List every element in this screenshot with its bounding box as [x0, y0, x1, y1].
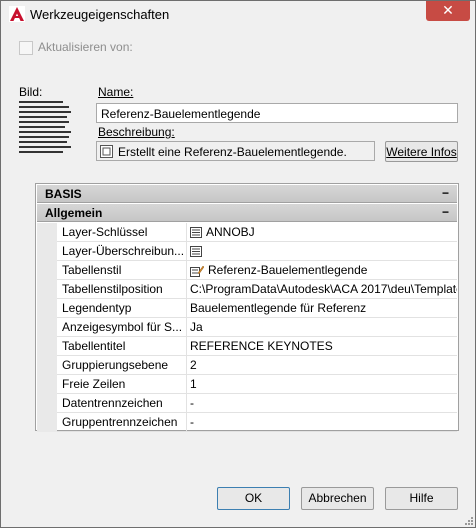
category-allgemein[interactable]: Allgemein −	[37, 204, 457, 222]
property-name: Legendentyp	[57, 299, 187, 318]
collapse-icon[interactable]: −	[442, 205, 449, 219]
property-row[interactable]: Gruppentrennzeichen -	[37, 413, 457, 432]
property-value[interactable]: 2	[187, 356, 457, 375]
image-label: Bild:	[19, 85, 43, 99]
help-label: Hilfe	[409, 491, 434, 505]
list-icon	[190, 227, 202, 239]
description-label: Beschreibung:	[98, 125, 175, 139]
title-bar[interactable]: Werkzeugeigenschaften ✕	[1, 1, 475, 28]
property-name: Tabellenstil	[57, 261, 187, 280]
name-field[interactable]: Referenz-Bauelementlegende	[96, 103, 458, 123]
collapse-icon[interactable]: −	[442, 186, 449, 200]
property-value[interactable]	[187, 242, 457, 261]
description-icon	[100, 145, 113, 158]
property-row[interactable]: Tabellenstilposition C:\ProgramData\Auto…	[37, 280, 457, 299]
description-field[interactable]: Erstellt eine Referenz-Bauelementlegende…	[96, 141, 375, 161]
ok-button[interactable]: OK	[217, 487, 290, 510]
update-from-label: Aktualisieren von:	[38, 40, 133, 54]
property-value[interactable]: Referenz-Bauelementlegende	[187, 261, 457, 280]
window-title: Werkzeugeigenschaften	[30, 7, 170, 22]
category-basis-label: BASIS	[45, 187, 82, 201]
close-button[interactable]: ✕	[426, 1, 470, 21]
resize-grip-icon[interactable]	[464, 516, 474, 526]
property-name: Layer-Überschreibun...	[57, 242, 187, 261]
description-value: Erstellt eine Referenz-Bauelementlegende…	[118, 145, 347, 159]
property-name: Datentrennzeichen	[57, 394, 187, 413]
tool-preview-image	[19, 101, 75, 161]
property-value[interactable]: ANNOBJ	[187, 223, 457, 242]
property-row[interactable]: Legendentyp Bauelementlegende für Refere…	[37, 299, 457, 318]
property-row[interactable]: Tabellentitel REFERENCE KEYNOTES	[37, 337, 457, 356]
property-value[interactable]: -	[187, 394, 457, 413]
property-value[interactable]: Bauelementlegende für Referenz	[187, 299, 457, 318]
property-value[interactable]: C:\ProgramData\Autodesk\ACA 2017\deu\Tem…	[187, 280, 457, 299]
property-name: Anzeigesymbol für S...	[57, 318, 187, 337]
dialog-window: Werkzeugeigenschaften ✕ Aktualisieren vo…	[0, 0, 476, 528]
property-value[interactable]: 1	[187, 375, 457, 394]
property-value[interactable]: Ja	[187, 318, 457, 337]
more-info-button[interactable]: Weitere Infos	[385, 141, 458, 162]
property-row[interactable]: Layer-Schlüssel ANNOBJ	[37, 223, 457, 242]
property-name: Gruppentrennzeichen	[57, 413, 187, 432]
property-name: Freie Zeilen	[57, 375, 187, 394]
more-info-label: Weitere Infos	[386, 145, 457, 159]
list-icon	[190, 246, 202, 258]
property-row[interactable]: Datentrennzeichen -	[37, 394, 457, 413]
property-value[interactable]: REFERENCE KEYNOTES	[187, 337, 457, 356]
style-icon	[190, 265, 204, 277]
property-row[interactable]: Freie Zeilen 1	[37, 375, 457, 394]
property-row[interactable]: Tabellenstil Referenz-Bauelementlegende	[37, 261, 457, 280]
property-row[interactable]: Layer-Überschreibun...	[37, 242, 457, 261]
property-value[interactable]: -	[187, 413, 457, 432]
category-basis[interactable]: BASIS −	[37, 185, 457, 203]
help-button[interactable]: Hilfe	[385, 487, 458, 510]
ok-label: OK	[244, 491, 263, 505]
property-name: Gruppierungsebene	[57, 356, 187, 375]
property-grid: BASIS − Allgemein − Layer-Schlüssel ANNO…	[35, 183, 459, 432]
property-row[interactable]: Anzeigesymbol für S... Ja	[37, 318, 457, 337]
property-name: Layer-Schlüssel	[57, 223, 187, 242]
cancel-label: Abbrechen	[308, 491, 367, 505]
name-label: Name:	[98, 85, 134, 99]
autocad-app-icon	[9, 6, 25, 22]
property-name: Tabellentitel	[57, 337, 187, 356]
category-allgemein-label: Allgemein	[45, 206, 103, 220]
name-field-value: Referenz-Bauelementlegende	[101, 107, 261, 121]
close-icon: ✕	[442, 2, 454, 18]
cancel-button[interactable]: Abbrechen	[301, 487, 374, 510]
property-row[interactable]: Gruppierungsebene 2	[37, 356, 457, 375]
property-name: Tabellenstilposition	[57, 280, 187, 299]
update-from-checkbox[interactable]	[19, 41, 33, 55]
